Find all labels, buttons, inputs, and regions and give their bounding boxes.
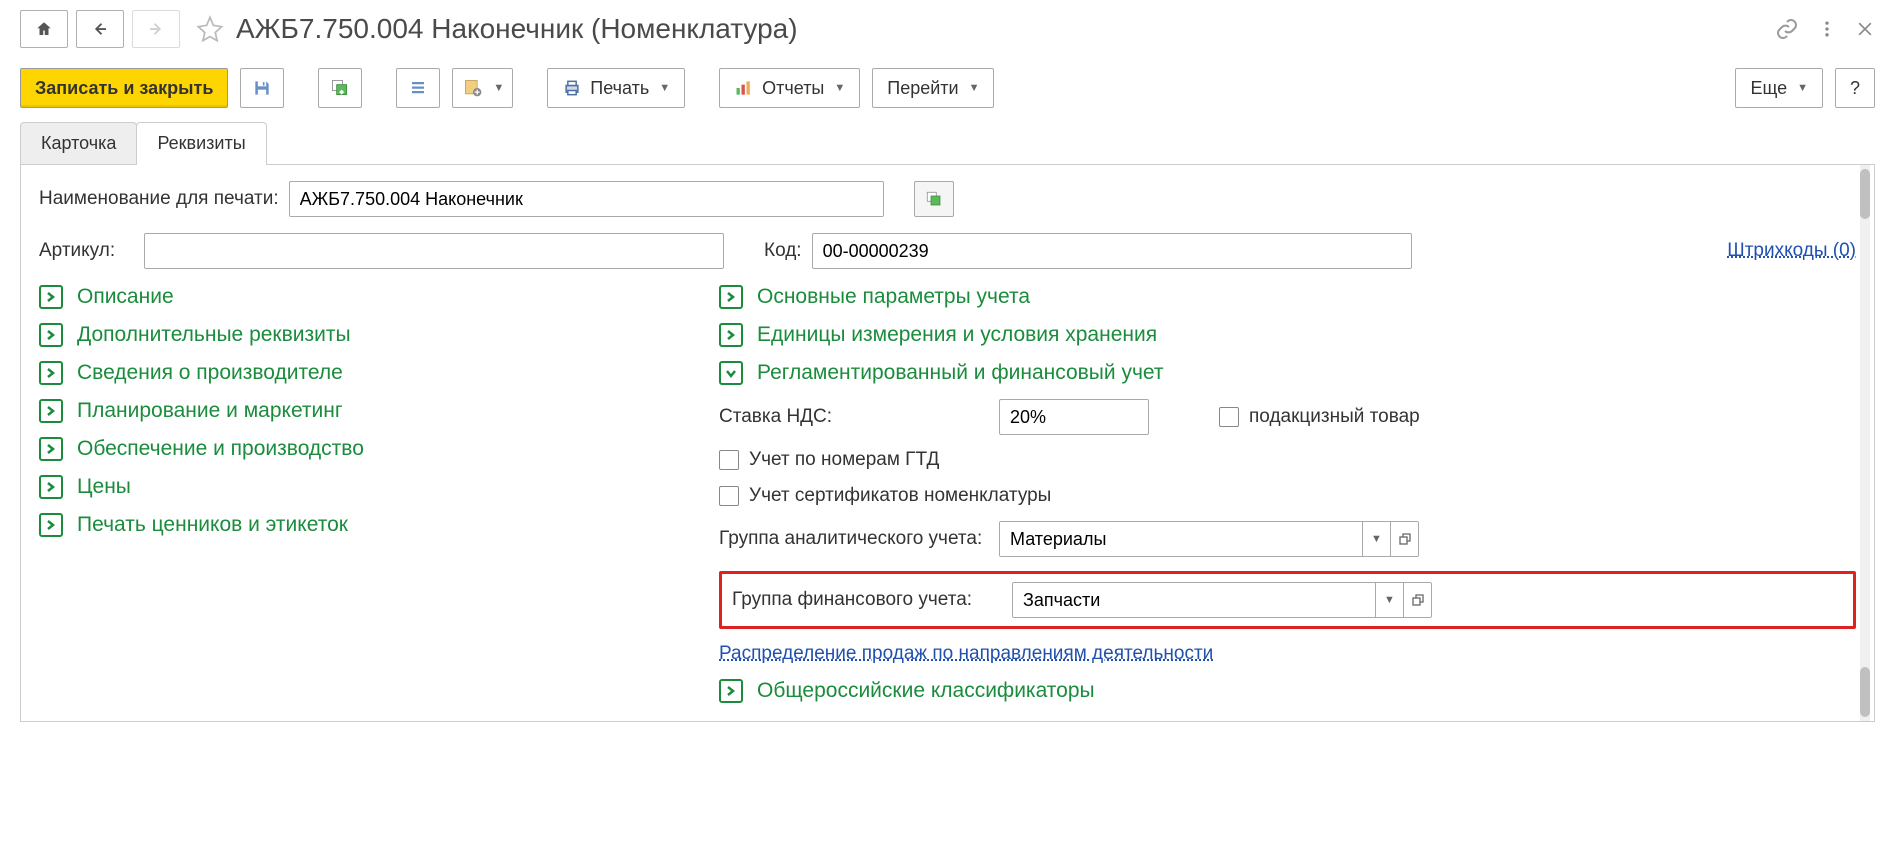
scroll-arrow-up[interactable]: [1860, 169, 1870, 219]
section-planning[interactable]: Планирование и маркетинг: [39, 399, 699, 423]
print-name-input[interactable]: [289, 181, 884, 217]
vertical-scrollbar[interactable]: [1860, 165, 1870, 721]
help-button[interactable]: ?: [1835, 68, 1875, 108]
cert-label: Учет сертификатов номенклатуры: [749, 485, 1051, 507]
copy-fill-button[interactable]: [318, 68, 362, 108]
tabs: Карточка Реквизиты: [20, 122, 1875, 165]
link-icon[interactable]: [1775, 17, 1799, 41]
goto-button[interactable]: Перейти ▼: [872, 68, 994, 108]
financial-group-highlight: Группа финансового учета: ▼: [719, 571, 1856, 629]
goto-label: Перейти: [887, 78, 958, 99]
section-classifiers[interactable]: Общероссийские классификаторы: [719, 679, 1856, 703]
financial-dropdown-button[interactable]: ▼: [1375, 583, 1403, 617]
reports-button[interactable]: Отчеты ▼: [719, 68, 860, 108]
save-and-close-button[interactable]: Записать и закрыть: [20, 68, 228, 108]
content-panel: Наименование для печати: Артикул: Код: Ш…: [20, 165, 1875, 722]
favorite-icon[interactable]: [196, 15, 224, 43]
gtd-label: Учет по номерам ГТД: [749, 449, 939, 471]
close-icon[interactable]: [1855, 19, 1875, 39]
section-units[interactable]: Единицы измерения и условия хранения: [719, 323, 1856, 347]
print-label: Печать: [590, 78, 649, 99]
article-label: Артикул:: [39, 240, 134, 262]
analytic-dropdown-button[interactable]: ▼: [1362, 522, 1390, 556]
analytic-open-button[interactable]: [1390, 522, 1418, 556]
tab-card[interactable]: Карточка: [20, 122, 137, 164]
gtd-checkbox[interactable]: [719, 450, 739, 470]
print-name-label: Наименование для печати:: [39, 188, 279, 210]
page-title: АЖБ7.750.004 Наконечник (Номенклатура): [236, 13, 798, 45]
excise-label: подакцизный товар: [1249, 406, 1420, 428]
financial-open-button[interactable]: [1403, 583, 1431, 617]
settings-dropdown-button[interactable]: ▼: [452, 68, 513, 108]
section-manufacturer[interactable]: Сведения о производителе: [39, 361, 699, 385]
print-button[interactable]: Печать ▼: [547, 68, 685, 108]
analytic-group-input[interactable]: [1000, 522, 1362, 556]
section-supply[interactable]: Обеспечение и производство: [39, 437, 699, 461]
article-input[interactable]: [144, 233, 724, 269]
more-button[interactable]: Еще ▼: [1735, 68, 1823, 108]
forward-button[interactable]: [132, 10, 180, 48]
left-sections: Описание Дополнительные реквизиты Сведен…: [39, 285, 699, 703]
barcodes-link[interactable]: Штрихкоды (0): [1727, 240, 1856, 262]
reports-label: Отчеты: [762, 78, 824, 99]
section-description[interactable]: Описание: [39, 285, 699, 309]
financial-group-label: Группа финансового учета:: [732, 589, 1002, 611]
vat-input[interactable]: [999, 399, 1149, 435]
back-button[interactable]: [76, 10, 124, 48]
sales-distribution-link[interactable]: Распределение продаж по направлениям дея…: [719, 643, 1213, 664]
section-regfin[interactable]: Регламентированный и финансовый учет: [719, 361, 1856, 385]
vat-label: Ставка НДС:: [719, 406, 989, 428]
section-main-params[interactable]: Основные параметры учета: [719, 285, 1856, 309]
code-label: Код:: [764, 240, 802, 262]
list-button[interactable]: [396, 68, 440, 108]
copy-fill-name-button[interactable]: [914, 181, 954, 217]
cert-checkbox[interactable]: [719, 486, 739, 506]
section-extra-props[interactable]: Дополнительные реквизиты: [39, 323, 699, 347]
analytic-group-label: Группа аналитического учета:: [719, 528, 989, 550]
save-button[interactable]: [240, 68, 284, 108]
financial-group-input[interactable]: [1013, 583, 1375, 617]
home-button[interactable]: [20, 10, 68, 48]
code-input[interactable]: [812, 233, 1412, 269]
section-prices[interactable]: Цены: [39, 475, 699, 499]
scroll-arrow-down[interactable]: [1860, 667, 1870, 717]
section-print-labels[interactable]: Печать ценников и этикеток: [39, 513, 699, 537]
titlebar: АЖБ7.750.004 Наконечник (Номенклатура): [20, 10, 1875, 48]
tab-props[interactable]: Реквизиты: [136, 122, 266, 164]
toolbar: Записать и закрыть ▼ Печать ▼ Отчеты ▼: [20, 68, 1875, 108]
excise-checkbox[interactable]: [1219, 407, 1239, 427]
right-sections: Основные параметры учета Единицы измерен…: [719, 285, 1856, 703]
more-label: Еще: [1750, 78, 1787, 99]
menu-dots-icon[interactable]: [1817, 19, 1837, 39]
